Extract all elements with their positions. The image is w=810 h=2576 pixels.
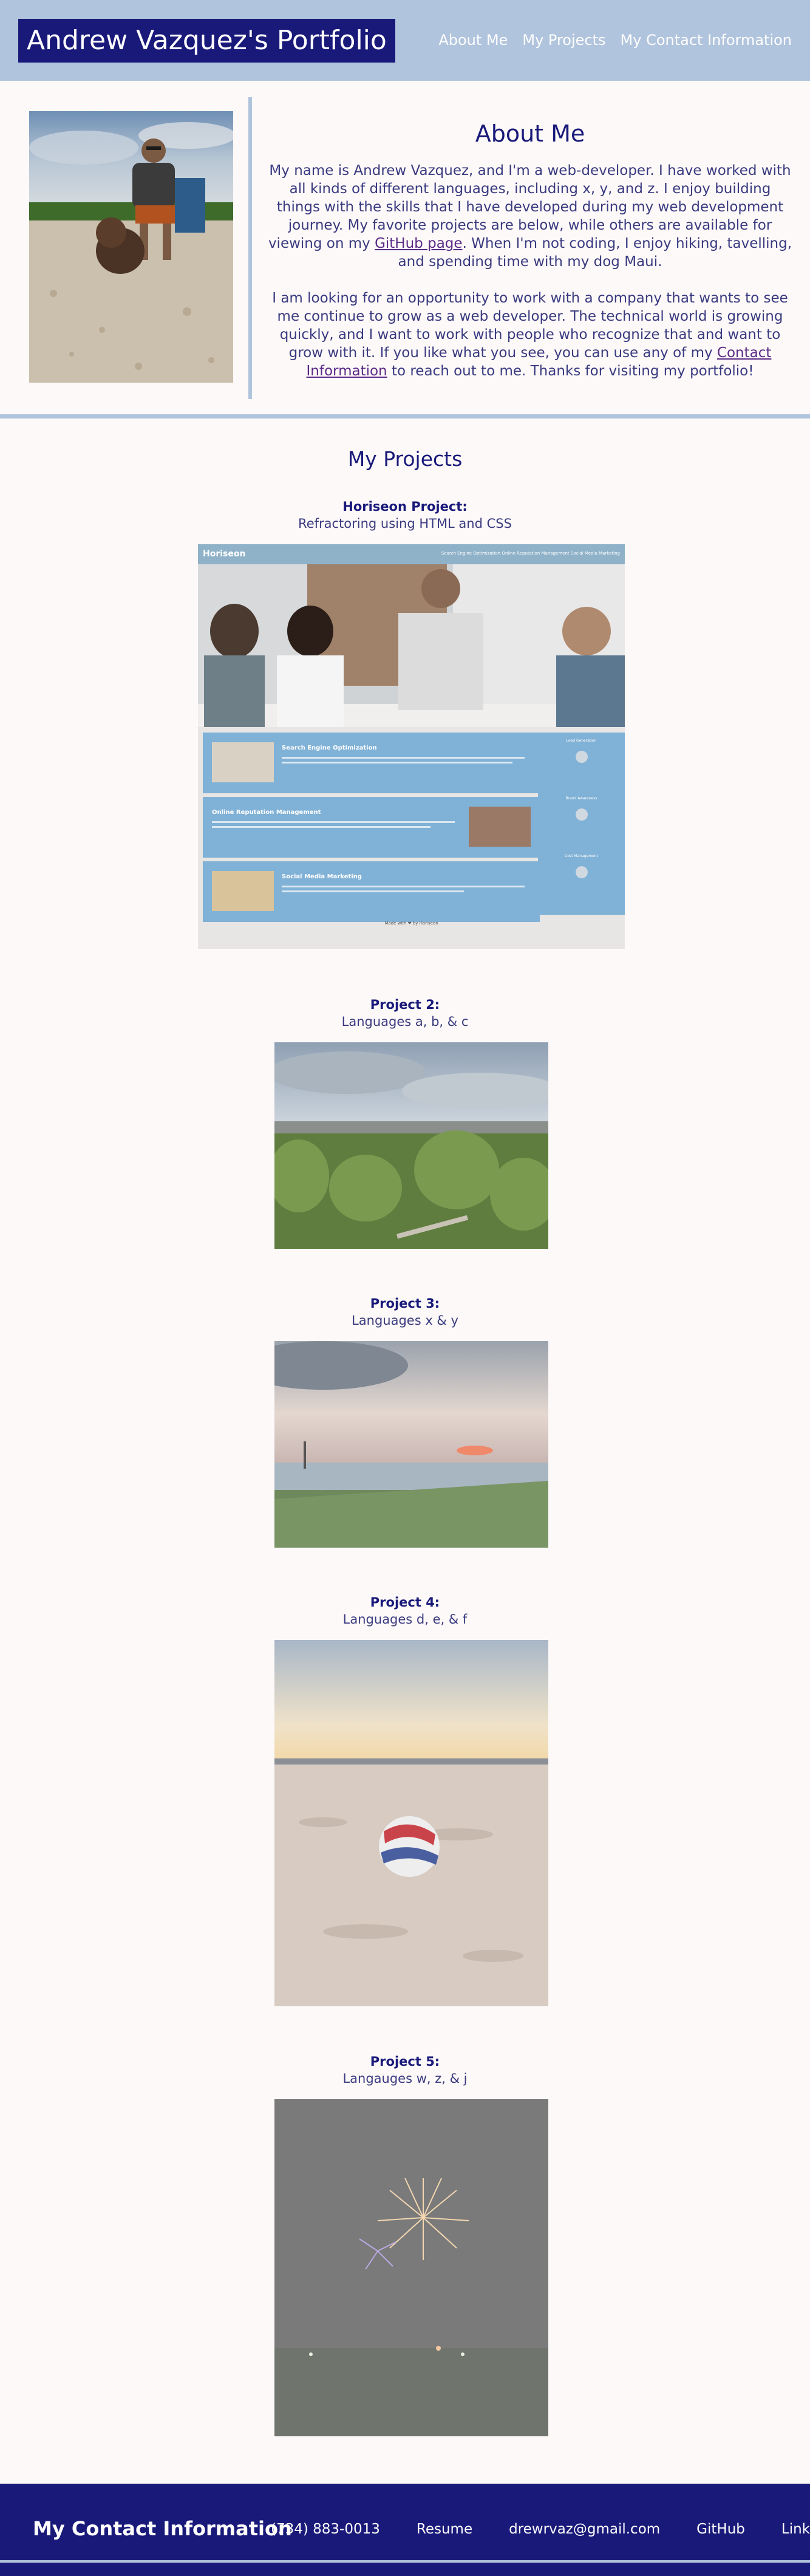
project-title: Horiseon Project: — [342, 499, 468, 514]
horiseon-footer: Made with ❤ by Horiseon — [384, 921, 438, 926]
horiseon-hero-image — [198, 564, 625, 727]
text-line — [212, 826, 431, 828]
about-paragraph-1: My name is Andrew Vazquez, and I'm a web… — [267, 162, 793, 271]
about-section: About Me My name is Andrew Vazquez, and … — [267, 117, 793, 380]
horiseon-card-orm: Online Reputation Management — [203, 797, 540, 858]
about-p2-text: I am looking for an opportunity to work … — [272, 290, 788, 361]
email-link[interactable]: drewrvaz@gmail.com — [509, 2521, 660, 2537]
footer-divider — [0, 2560, 810, 2563]
about-paragraph-2: I am looking for an opportunity to work … — [267, 289, 793, 380]
resume-link[interactable]: Resume — [417, 2521, 472, 2537]
about-p2-text-end: to reach out to me. Thanks for visiting … — [387, 363, 754, 379]
cost-management-icon — [576, 866, 588, 878]
profile-photo — [29, 111, 233, 383]
project-description: Languages a, b, & c — [341, 1014, 469, 1029]
sidebar-title: Brand Awareness — [565, 796, 597, 801]
horiseon-nav: Search Engine Optimization Online Reputa… — [441, 551, 620, 556]
horiseon-card-seo: Search Engine Optimization — [203, 733, 540, 793]
project-5-image[interactable] — [274, 2099, 548, 2436]
site-title: Andrew Vazquez's Portfolio — [18, 19, 395, 63]
linkedin-link[interactable]: LinkedIn — [781, 2521, 810, 2537]
site-header: Andrew Vazquez's Portfolio About Me My P… — [0, 0, 810, 81]
project-4-image[interactable] — [274, 1640, 548, 2006]
nav-my-projects[interactable]: My Projects — [522, 32, 605, 49]
horiseon-card-smm: Social Media Marketing — [203, 861, 540, 922]
project-description: Refractoring using HTML and CSS — [298, 516, 512, 531]
seo-thumbnail — [212, 742, 274, 782]
project-title: Project 5: — [370, 2054, 440, 2069]
smm-thumbnail — [212, 871, 274, 911]
github-page-link[interactable]: GitHub page — [375, 236, 462, 251]
project-caption-2: Project 2: Languages a, b, & c — [0, 996, 810, 1030]
project-description: Langauges w, z, & j — [342, 2071, 468, 2086]
nav-contact-information[interactable]: My Contact Information — [621, 32, 792, 49]
phone-link[interactable]: (734) 883-0013 — [271, 2521, 380, 2537]
project-caption-1: Horiseon Project: Refractoring using HTM… — [0, 498, 810, 532]
project-description: Languages x & y — [352, 1313, 458, 1328]
contact-footer: My Contact Information (734) 883-0013 Re… — [0, 2484, 810, 2576]
brand-awareness-icon — [576, 808, 588, 821]
horiseon-logo: Horiseon — [203, 549, 246, 559]
text-line — [282, 886, 525, 887]
project-title: Project 3: — [370, 1296, 440, 1311]
footer-title: My Contact Information — [33, 2517, 292, 2540]
sidebar-title: Cost Management — [565, 854, 598, 858]
project-title: Project 4: — [370, 1595, 440, 1610]
projects-heading: My Projects — [347, 447, 463, 471]
section-divider — [0, 414, 810, 419]
nav-about-me[interactable]: About Me — [438, 32, 508, 49]
orm-thumbnail — [469, 807, 531, 847]
project-2-image[interactable] — [274, 1042, 548, 1249]
github-link[interactable]: GitHub — [696, 2521, 745, 2537]
main-nav: About Me My Projects My Contact Informat… — [438, 28, 792, 52]
text-line — [282, 890, 464, 892]
project-description: Languages d, e, & f — [342, 1612, 468, 1627]
footer-links: (734) 883-0013 Resume drewrvaz@gmail.com… — [271, 2520, 810, 2538]
horiseon-sidebar: Lead Generation Brand Awareness Cost Man… — [538, 733, 625, 915]
horiseon-card-title: Online Reputation Management — [212, 809, 321, 816]
project-3-image[interactable] — [274, 1341, 548, 1548]
text-line — [282, 757, 525, 759]
text-line — [212, 821, 455, 823]
lead-generation-icon — [576, 751, 588, 763]
project-caption-4: Project 4: Languages d, e, & f — [0, 1594, 810, 1628]
about-title: About Me — [475, 120, 585, 147]
text-line — [282, 762, 512, 764]
horiseon-card-title: Social Media Marketing — [282, 873, 362, 880]
project-caption-3: Project 3: Languages x & y — [0, 1295, 810, 1329]
project-title: Project 2: — [370, 997, 440, 1012]
sidebar-title: Lead Generation — [566, 739, 597, 743]
horiseon-project-screenshot[interactable]: Horiseon Search Engine Optimization Onli… — [198, 544, 625, 949]
horiseon-header: Horiseon Search Engine Optimization Onli… — [198, 544, 625, 564]
project-caption-5: Project 5: Langauges w, z, & j — [0, 2053, 810, 2087]
about-divider — [248, 97, 252, 399]
horiseon-card-title: Search Engine Optimization — [282, 745, 377, 751]
